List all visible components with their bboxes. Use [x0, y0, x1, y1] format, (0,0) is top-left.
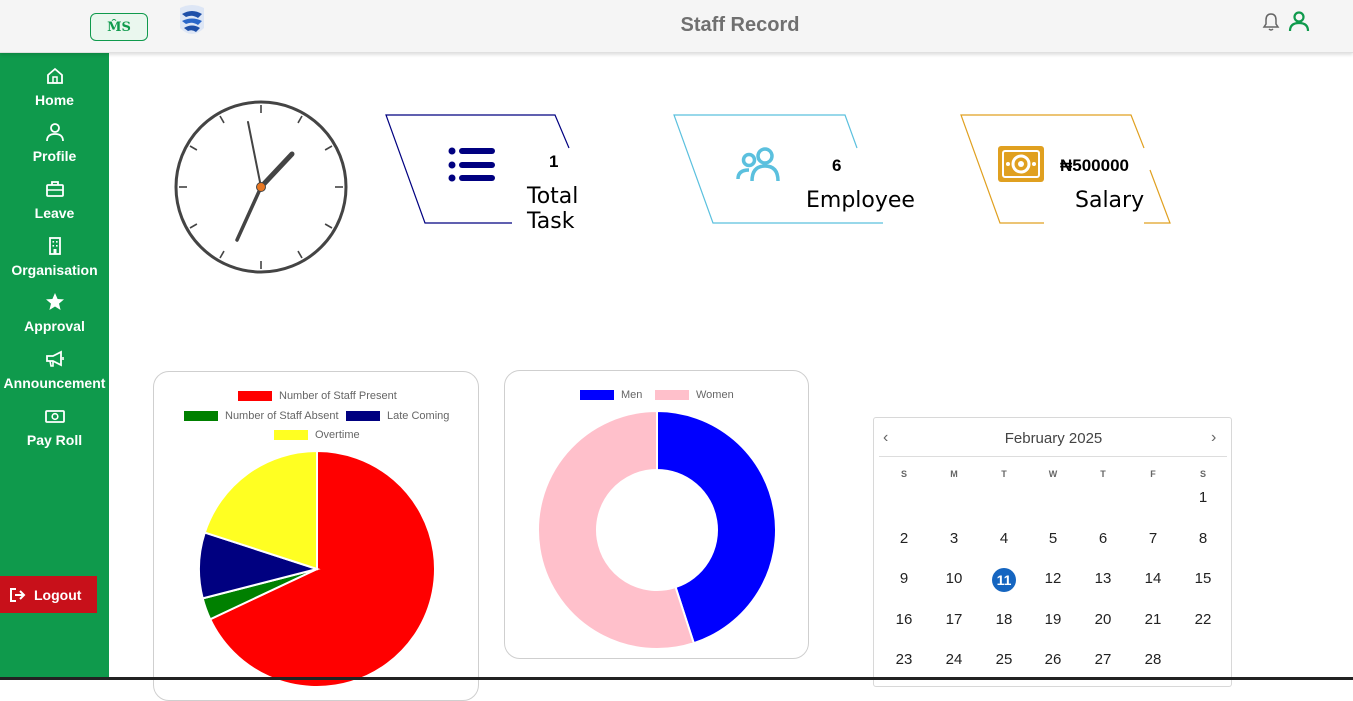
calendar: ‹ February 2025 › S M T W T F S 1 2 3 4 5 6 7 8 9 10 11 12… — [873, 417, 1232, 687]
salary-label: Salary — [1075, 188, 1145, 213]
sidebar: Home Profile Leave Organisation Approval — [0, 53, 109, 680]
sidebar-item-label: Announcement — [3, 375, 106, 391]
sidebar-item-label: Profile — [32, 148, 77, 164]
calendar-day[interactable]: 25 — [989, 648, 1019, 672]
weekday-label: W — [1048, 469, 1058, 479]
star-icon — [45, 293, 64, 310]
calendar-day[interactable]: 5 — [1038, 527, 1068, 551]
calendar-day[interactable]: 3 — [939, 527, 969, 551]
weekday-label: S — [900, 469, 907, 479]
calendar-day[interactable]: 27 — [1088, 648, 1118, 672]
calendar-day[interactable]: 26 — [1038, 648, 1068, 672]
calendar-day[interactable]: 1 — [1188, 486, 1218, 510]
sidebar-item-label: Approval — [24, 318, 85, 334]
calendar-day-selected[interactable]: 11 — [992, 568, 1016, 592]
building-icon — [48, 237, 61, 255]
weekday-label: T — [1100, 469, 1106, 479]
total-task-count: 1 — [549, 152, 559, 171]
sidebar-item-home[interactable]: Home — [0, 66, 109, 108]
megaphone-icon — [45, 350, 64, 367]
employee-label: Employee — [806, 188, 915, 213]
analog-clock — [174, 100, 348, 274]
calendar-day[interactable]: 15 — [1188, 567, 1218, 591]
attendance-pie — [198, 449, 436, 688]
calendar-divider — [879, 456, 1227, 457]
logout-icon — [10, 587, 26, 602]
weekday-label: S — [1199, 469, 1206, 479]
weekday-label: M — [950, 469, 958, 479]
weekday-label: F — [1150, 469, 1156, 479]
clock-center — [256, 182, 266, 192]
list-icon — [448, 147, 495, 182]
calendar-day[interactable]: 8 — [1188, 527, 1218, 551]
logout-label: Logout — [34, 586, 82, 603]
calendar-day[interactable]: 14 — [1138, 567, 1168, 591]
calendar-day[interactable]: 2 — [889, 527, 919, 551]
calendar-day[interactable]: 22 — [1188, 608, 1218, 632]
chevron-right-icon[interactable]: › — [1211, 429, 1216, 447]
briefcase-icon — [45, 181, 64, 197]
sidebar-item-organisation[interactable]: Organisation — [0, 236, 109, 278]
logout-button[interactable]: Logout — [0, 576, 97, 613]
calendar-day[interactable]: 10 — [939, 567, 969, 591]
sidebar-item-leave[interactable]: Leave — [0, 179, 109, 221]
calendar-day[interactable]: 17 — [939, 608, 969, 632]
sidebar-item-profile[interactable]: Profile — [0, 122, 109, 164]
sidebar-item-payroll[interactable]: Pay Roll — [0, 406, 109, 448]
calendar-day[interactable]: 19 — [1038, 608, 1068, 632]
money-icon — [44, 410, 65, 423]
user-icon — [45, 123, 64, 142]
calendar-day[interactable]: 23 — [889, 648, 919, 672]
calendar-day[interactable]: 16 — [889, 608, 919, 632]
calendar-day[interactable]: 6 — [1088, 527, 1118, 551]
calendar-day[interactable]: 20 — [1088, 608, 1118, 632]
calendar-day[interactable]: 7 — [1138, 527, 1168, 551]
sidebar-item-label: Home — [35, 92, 74, 108]
users-icon — [736, 147, 780, 182]
calendar-day[interactable]: 21 — [1138, 608, 1168, 632]
calendar-month-label: February 2025 — [1004, 430, 1103, 447]
calendar-day[interactable]: 12 — [1038, 567, 1068, 591]
sidebar-item-announcement[interactable]: Announcement — [0, 349, 109, 391]
gender-chart-card: Men Women — [504, 370, 809, 659]
employee-count: 6 — [832, 156, 842, 175]
attendance-chart-card: Number of Staff Present Number of Staff … — [153, 371, 479, 701]
user-account-icon[interactable] — [1288, 10, 1310, 32]
bell-icon[interactable] — [1261, 12, 1281, 32]
money-bill-icon — [998, 146, 1044, 182]
gender-donut — [537, 409, 777, 650]
sidebar-item-label: Pay Roll — [26, 432, 83, 448]
calendar-day[interactable]: 9 — [889, 567, 919, 591]
weekday-label: T — [1001, 469, 1007, 479]
page-title: Staff Record — [680, 14, 800, 36]
calendar-day[interactable]: 18 — [989, 608, 1019, 632]
home-icon — [46, 67, 63, 84]
sidebar-item-label: Leave — [34, 205, 75, 221]
calendar-day[interactable]: 28 — [1138, 648, 1168, 672]
salary-amount: ₦500000 — [1060, 156, 1130, 175]
employee-card[interactable]: 6 Employee — [673, 114, 915, 226]
salary-card[interactable]: ₦500000 Salary — [960, 114, 1175, 226]
top-bar: M̂S Staff Record — [0, 0, 1353, 53]
total-task-card[interactable]: 1 Total Task — [385, 114, 585, 234]
calendar-day[interactable]: 4 — [989, 527, 1019, 551]
calendar-day[interactable]: 13 — [1088, 567, 1118, 591]
total-task-label: Total Task — [527, 184, 579, 234]
sidebar-item-approval[interactable]: Approval — [0, 292, 109, 334]
calendar-day[interactable]: 24 — [939, 648, 969, 672]
sidebar-item-label: Organisation — [11, 262, 98, 278]
